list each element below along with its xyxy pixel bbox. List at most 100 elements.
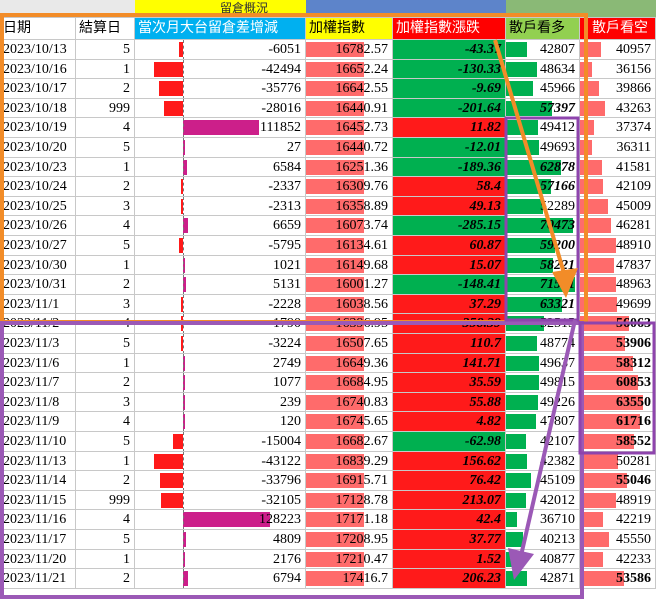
cell-retail-bull[interactable]: 49815 [506,373,580,393]
cell-retail-bull[interactable]: 45966 [506,79,580,99]
cell-retail-bear[interactable]: 53586 [580,569,656,589]
cell-index[interactable]: 16134.61 [306,236,393,256]
cell-oi-diff[interactable]: -33796 [135,471,306,491]
cell-settle[interactable]: 5 [76,530,135,550]
cell-settle[interactable]: 4 [76,510,135,530]
cell-index[interactable]: 17128.78 [306,490,393,511]
cell-date[interactable]: 2023/11/8 [0,392,76,413]
cell-settle[interactable]: 1 [76,255,135,276]
cell-retail-bear[interactable]: 42219 [580,510,656,530]
cell-retail-bear[interactable]: 41581 [580,157,656,178]
cell-retail-bull[interactable]: 48774 [506,334,580,354]
cell-date[interactable]: 2023/10/13 [0,40,76,60]
cell-oi-diff[interactable]: 111852 [135,118,306,138]
cell-date[interactable]: 2023/10/31 [0,275,76,295]
cell-retail-bear[interactable]: 58552 [580,432,656,452]
cell-change[interactable]: -285.15 [393,216,506,236]
header-retail-bull[interactable]: 散戶看多 [506,18,580,40]
cell-retail-bull[interactable]: 47807 [506,412,580,432]
cell-retail-bull[interactable]: 59200 [506,236,580,256]
cell-oi-diff[interactable]: 4809 [135,530,306,550]
cell-date[interactable]: 2023/10/18 [0,98,76,119]
cell-settle[interactable]: 5 [76,334,135,354]
cell-settle[interactable]: 4 [76,216,135,236]
cell-oi-diff[interactable]: -35776 [135,79,306,99]
header-retail-bear[interactable]: 散戶看空 [580,18,656,40]
cell-retail-bear[interactable]: 48919 [580,490,656,511]
cell-retail-bear[interactable]: 45009 [580,196,656,217]
cell-index[interactable]: 16740.83 [306,392,393,413]
cell-settle[interactable]: 5 [76,432,135,452]
cell-date[interactable]: 2023/10/16 [0,59,76,80]
cell-retail-bear[interactable]: 48963 [580,275,656,295]
cell-oi-diff[interactable]: -42494 [135,59,306,80]
cell-settle[interactable]: 999 [76,490,135,511]
cell-change[interactable]: 35.59 [393,373,506,393]
cell-retail-bear[interactable]: 43263 [580,98,656,119]
cell-change[interactable]: 4.82 [393,412,506,432]
cell-index[interactable]: 16149.68 [306,255,393,276]
cell-date[interactable]: 2023/11/7 [0,373,76,393]
cell-date[interactable]: 2023/11/16 [0,510,76,530]
cell-retail-bull[interactable]: 49226 [506,392,580,413]
cell-retail-bear[interactable]: 61716 [580,412,656,432]
cell-date[interactable]: 2023/11/17 [0,530,76,550]
cell-index[interactable]: 17208.95 [306,530,393,550]
cell-change[interactable]: 58.4 [393,177,506,197]
cell-index[interactable]: 16440.91 [306,98,393,119]
cell-index[interactable]: 16745.65 [306,412,393,432]
cell-settle[interactable]: 3 [76,196,135,217]
cell-settle[interactable]: 1 [76,59,135,80]
cell-settle[interactable]: 1 [76,157,135,178]
cell-change[interactable]: 49.13 [393,196,506,217]
cell-change[interactable]: 15.07 [393,255,506,276]
cell-retail-bull[interactable]: 52515 [506,314,580,334]
cell-settle[interactable]: 5 [76,40,135,60]
cell-retail-bull[interactable]: 52289 [506,196,580,217]
cell-change[interactable]: 213.07 [393,490,506,511]
cell-index[interactable]: 16682.67 [306,432,393,452]
cell-date[interactable]: 2023/10/30 [0,255,76,276]
cell-change[interactable]: 156.62 [393,451,506,472]
cell-retail-bull[interactable]: 40213 [506,530,580,550]
cell-date[interactable]: 2023/11/21 [0,569,76,589]
cell-retail-bull[interactable]: 45109 [506,471,580,491]
cell-index[interactable]: 16452.73 [306,118,393,138]
cell-oi-diff[interactable]: 5131 [135,275,306,295]
cell-settle[interactable]: 4 [76,314,135,334]
cell-oi-diff[interactable]: -1790 [135,314,306,334]
cell-change[interactable]: -189.36 [393,157,506,178]
cell-oi-diff[interactable]: -5795 [135,236,306,256]
cell-oi-diff[interactable]: 1021 [135,255,306,276]
cell-retail-bull[interactable]: 36710 [506,510,580,530]
cell-retail-bear[interactable]: 58312 [580,353,656,374]
header-change[interactable]: 加權指數漲跌 [393,18,506,40]
cell-oi-diff[interactable]: 6659 [135,216,306,236]
cell-retail-bear[interactable]: 60853 [580,373,656,393]
cell-oi-diff[interactable]: -3224 [135,334,306,354]
cell-oi-diff[interactable]: -15004 [135,432,306,452]
cell-oi-diff[interactable]: -32105 [135,490,306,511]
cell-retail-bull[interactable]: 62878 [506,157,580,178]
cell-retail-bull[interactable]: 49693 [506,138,580,158]
cell-change[interactable]: 358.39 [393,314,506,334]
cell-retail-bull[interactable]: 42871 [506,569,580,589]
cell-change[interactable]: -201.64 [393,98,506,119]
cell-index[interactable]: 16684.95 [306,373,393,393]
cell-date[interactable]: 2023/10/25 [0,196,76,217]
cell-settle[interactable]: 999 [76,98,135,119]
cell-settle[interactable]: 4 [76,412,135,432]
cell-retail-bear[interactable]: 45550 [580,530,656,550]
cell-change[interactable]: 206.23 [393,569,506,589]
cell-change[interactable]: 42.4 [393,510,506,530]
cell-oi-diff[interactable]: 120 [135,412,306,432]
cell-date[interactable]: 2023/11/10 [0,432,76,452]
cell-settle[interactable]: 1 [76,451,135,472]
cell-retail-bull[interactable]: 63321 [506,294,580,315]
cell-change[interactable]: -43.37 [393,40,506,60]
cell-retail-bear[interactable]: 47837 [580,255,656,276]
cell-retail-bull[interactable]: 42807 [506,40,580,60]
cell-change[interactable]: 11.82 [393,118,506,138]
cell-oi-diff[interactable]: 2176 [135,549,306,570]
cell-index[interactable]: 16649.36 [306,353,393,374]
